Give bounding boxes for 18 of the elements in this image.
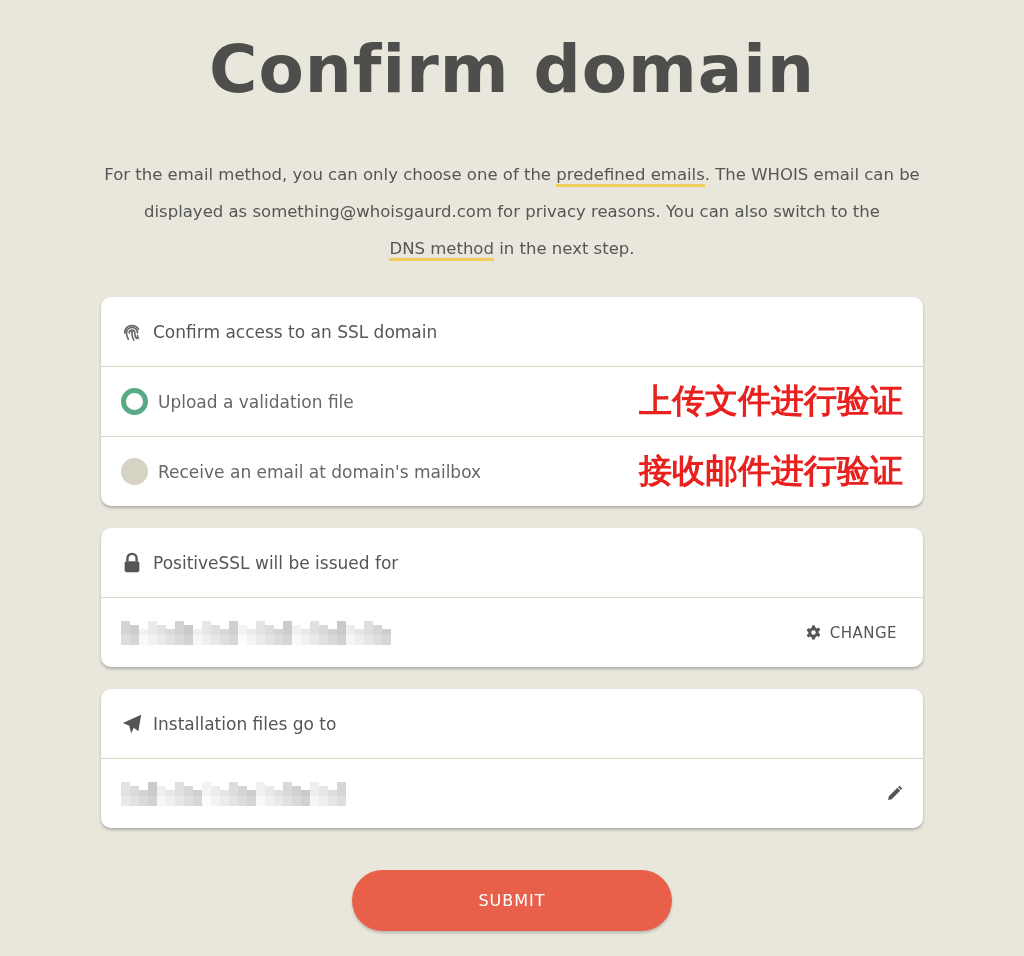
option-label: Receive an email at domain's mailbox — [158, 461, 483, 482]
paper-plane-icon — [121, 712, 143, 735]
edit-icon[interactable] — [886, 785, 903, 802]
page-title: Confirm domain — [209, 30, 815, 110]
card-header: PositiveSSL will be issued for — [153, 552, 399, 573]
intro-paragraph: For the email method, you can only choose one of the predefined emails. The WHOIS email can be displayed as something@whoisgaurd.com for privacy reasons. You can also switch to the DNS method in the next step. — [102, 156, 922, 267]
card-header: Confirm access to an SSL domain — [153, 321, 438, 342]
change-button[interactable]: CHANGE — [798, 622, 903, 643]
radio-button[interactable] — [121, 458, 148, 485]
text-link[interactable]: DNS method — [389, 239, 494, 261]
radio-button[interactable] — [121, 388, 148, 415]
annotation-text: 上传文件进行验证 — [639, 380, 903, 422]
text-link[interactable]: predefined emails — [556, 165, 705, 187]
settings-icon — [804, 624, 822, 641]
annotation-text: 接收邮件进行验证 — [639, 450, 903, 492]
option-label: Upload a validation file — [158, 391, 355, 412]
submit-button[interactable]: SUBMIT — [352, 870, 672, 931]
card-header: Installation files go to — [153, 713, 337, 734]
